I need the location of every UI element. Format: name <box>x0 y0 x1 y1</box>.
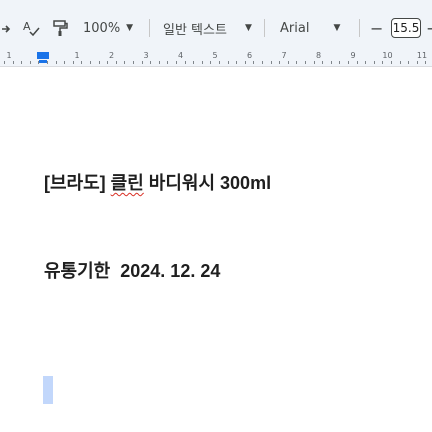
ruler-number: 8 <box>315 51 322 60</box>
minus-icon: − <box>370 18 384 38</box>
plus-icon: + <box>426 19 432 38</box>
ruler-tick <box>21 61 22 64</box>
divider <box>264 19 265 37</box>
document-page[interactable] <box>0 67 432 432</box>
ruler-number: 3 <box>143 51 149 60</box>
font-select[interactable]: Arial ▼ <box>280 14 340 42</box>
ruler-tick <box>314 61 315 64</box>
ruler-tick <box>133 61 134 64</box>
ruler-tick <box>210 61 211 64</box>
ruler[interactable]: 1 1 2 3 4 5 6 7 8 9 10 11 <box>0 48 432 67</box>
style-value: 일반 텍스트 <box>163 22 227 38</box>
chevron-down-icon: ▼ <box>244 23 252 33</box>
expiry-date: 2024. 12. 24 <box>120 261 221 281</box>
ruler-tick <box>107 61 108 64</box>
ruler-tick <box>400 61 401 64</box>
ruler-tick <box>296 61 297 64</box>
product-prefix: [브라도] <box>44 173 111 193</box>
ruler-number: 1 <box>74 51 80 60</box>
redo-icon[interactable] <box>0 14 14 42</box>
document-line-product[interactable]: [브라도] 클린 바디워시 300ml <box>44 169 271 195</box>
ruler-tick <box>408 61 409 64</box>
ruler-tick <box>38 61 39 64</box>
chevron-down-icon: ▼ <box>333 23 341 33</box>
svg-text:A: A <box>23 20 31 33</box>
chevron-down-icon: ▼ <box>126 23 134 33</box>
ruler-tick <box>81 61 82 64</box>
ruler-tick <box>13 61 14 64</box>
ruler-tick <box>142 61 143 64</box>
divider <box>149 19 150 37</box>
ruler-tick <box>253 61 254 64</box>
ruler-tick <box>228 61 229 64</box>
ruler-tick <box>262 61 263 64</box>
ruler-tick <box>64 61 65 64</box>
toolbar: A 100% ▼ 일반 텍스트 ▼ Arial ▼ − 15.5 + <box>0 0 432 48</box>
ruler-number: 6 <box>246 51 253 60</box>
ruler-number: 2 <box>108 51 115 60</box>
misspelled-word[interactable]: 클린 <box>111 173 144 193</box>
ruler-tick <box>236 61 237 64</box>
ruler-number: 9 <box>350 51 356 60</box>
ruler-tick <box>4 61 5 64</box>
ruler-tick <box>305 61 306 64</box>
spellcheck-icon[interactable]: A <box>22 14 40 42</box>
ruler-tick <box>47 61 48 64</box>
divider <box>359 19 360 37</box>
paint-format-icon[interactable] <box>52 14 68 42</box>
left-indent-handle[interactable] <box>39 60 47 63</box>
ruler-tick <box>159 61 160 64</box>
ruler-number: 10 <box>382 51 393 60</box>
ruler-tick <box>271 61 272 64</box>
ruler-tick <box>245 61 246 64</box>
ruler-tick <box>279 61 280 64</box>
ruler-tick <box>99 61 100 64</box>
ruler-tick <box>185 61 186 64</box>
ruler-tick <box>116 61 117 64</box>
ruler-tick <box>193 61 194 64</box>
style-select[interactable]: 일반 텍스트 ▼ <box>163 14 252 42</box>
ruler-tick <box>176 61 177 64</box>
expiry-label: 유통기한 <box>44 261 111 281</box>
ruler-tick <box>331 61 332 64</box>
ruler-tick <box>56 61 57 64</box>
document-line-expiry[interactable]: 유통기한 2024. 12. 24 <box>44 257 220 283</box>
ruler-tick <box>202 61 203 64</box>
product-suffix: 바디워시 300ml <box>143 173 272 193</box>
ruler-tick <box>382 61 383 64</box>
ruler-tick <box>150 61 151 64</box>
zoom-value: 100% <box>83 20 121 36</box>
ruler-tick <box>30 61 31 64</box>
ruler-tick <box>374 61 375 64</box>
ruler-tick <box>167 61 168 64</box>
increase-font-size-button[interactable]: + <box>426 14 432 42</box>
ruler-tick <box>357 61 358 64</box>
ruler-tick <box>90 61 91 64</box>
ruler-tick <box>348 61 349 64</box>
decrease-font-size-button[interactable]: − <box>370 14 383 42</box>
zoom-select[interactable]: 100% ▼ <box>83 14 133 42</box>
ruler-number: 7 <box>281 51 287 60</box>
ruler-tick <box>391 61 392 64</box>
ruler-tick <box>425 61 426 64</box>
first-line-indent-handle[interactable] <box>37 52 49 59</box>
ruler-tick <box>124 61 125 64</box>
ruler-tick <box>288 61 289 64</box>
ruler-number: 1 <box>6 51 12 60</box>
text-selection <box>43 376 53 404</box>
ruler-tick <box>73 61 74 64</box>
ruler-number: 5 <box>212 51 218 60</box>
ruler-number: 4 <box>177 51 184 60</box>
ruler-tick <box>417 61 418 64</box>
ruler-number: 11 <box>416 51 428 60</box>
ruler-tick <box>219 61 220 64</box>
ruler-tick <box>322 61 323 64</box>
font-value: Arial <box>280 20 310 36</box>
ruler-tick <box>339 61 340 64</box>
font-size-input[interactable]: 15.5 <box>391 18 421 38</box>
ruler-tick <box>365 61 366 64</box>
